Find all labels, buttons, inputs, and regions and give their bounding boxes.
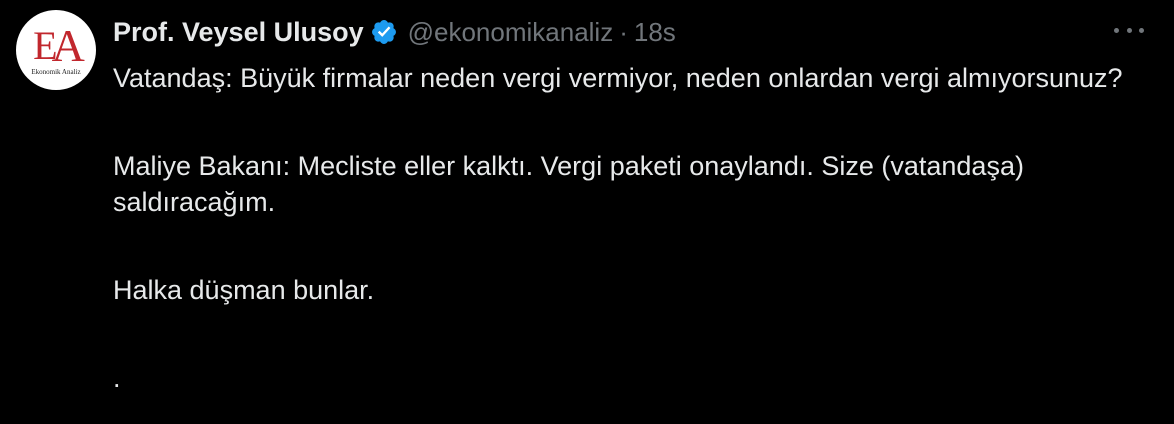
logo-letter-e: E <box>33 23 58 68</box>
header-separator: · <box>619 16 628 47</box>
verified-badge-icon[interactable] <box>370 18 398 46</box>
tweet[interactable]: EA Ekonomik Analiz Prof. Veysel Ulusoy @… <box>0 0 1174 424</box>
author-handle[interactable]: @ekonomikanaliz <box>408 17 614 48</box>
tweet-paragraph: . <box>113 363 121 393</box>
more-dot <box>1126 27 1132 33</box>
tweet-timestamp[interactable]: 18s <box>634 17 676 48</box>
more-dot <box>1114 27 1119 33</box>
logo-letter-a: A <box>51 20 85 71</box>
author-display-name[interactable]: Prof. Veysel Ulusoy <box>113 17 364 48</box>
tweet-header: Prof. Veysel Ulusoy @ekonomikanaliz · 18… <box>113 12 676 52</box>
avatar-logo-caption: Ekonomik Analiz <box>31 68 81 76</box>
avatar-logo-mark: EA <box>16 23 96 69</box>
tweet-paragraph: Vatandaş: Büyük firmalar neden vergi ver… <box>113 63 1123 93</box>
tweet-paragraph: Maliye Bakanı: Mecliste eller kalktı. Ve… <box>113 151 1024 217</box>
avatar[interactable]: EA Ekonomik Analiz <box>16 10 96 90</box>
tweet-paragraph: Halka düşman bunlar. <box>113 275 375 305</box>
tweet-text: Vatandaş: Büyük firmalar neden vergi ver… <box>113 60 1153 396</box>
more-dot <box>1139 27 1144 33</box>
more-options-icon[interactable] <box>1114 18 1144 42</box>
